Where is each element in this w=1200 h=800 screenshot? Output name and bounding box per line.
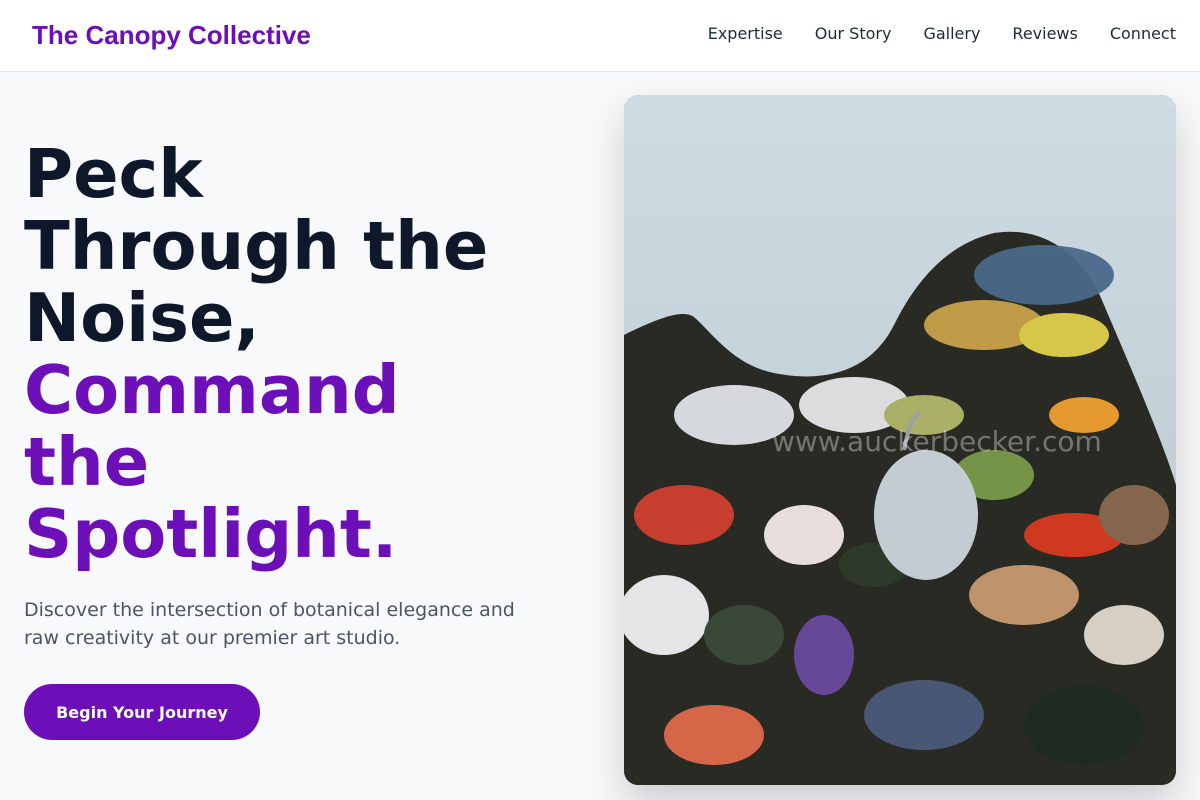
headline-accent-line-2: the xyxy=(24,423,150,501)
top-navigation-bar: The Canopy Collective Expertise Our Stor… xyxy=(0,0,1200,72)
headline-line-3: Noise, xyxy=(24,279,260,357)
hero-subtitle: Discover the intersection of botanical e… xyxy=(24,599,515,649)
brand-logo-text[interactable]: The Canopy Collective xyxy=(32,18,311,52)
headline-line-1: Peck xyxy=(24,135,203,213)
headline-line-2: Through the xyxy=(24,207,489,285)
nav-link-gallery[interactable]: Gallery xyxy=(923,22,980,46)
nav-link-connect[interactable]: Connect xyxy=(1110,22,1176,46)
headline-accent-line-3: Spotlight. xyxy=(24,495,398,573)
hero-headline: Peck Through the Noise, Command the Spot… xyxy=(24,138,584,570)
main-nav: Expertise Our Story Gallery Reviews Conn… xyxy=(708,22,1176,46)
begin-journey-button[interactable]: Begin Your Journey xyxy=(24,684,260,740)
image-watermark: www.auckerbecker.com xyxy=(772,425,1102,458)
nav-link-our-story[interactable]: Our Story xyxy=(815,22,892,46)
headline-accent-line-1: Command xyxy=(24,351,400,429)
nav-link-expertise[interactable]: Expertise xyxy=(708,22,783,46)
nav-link-reviews[interactable]: Reviews xyxy=(1012,22,1077,46)
paint-palette-photo: www.auckerbecker.com xyxy=(624,95,1176,785)
